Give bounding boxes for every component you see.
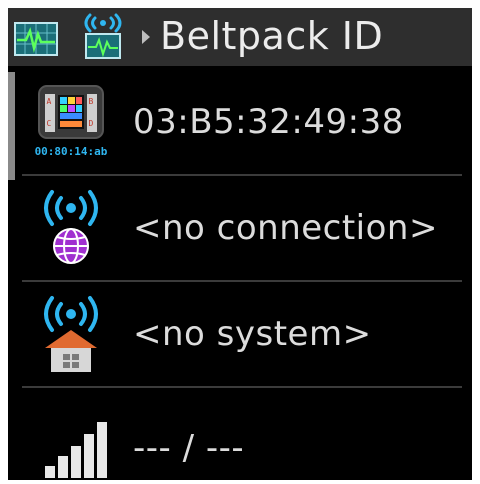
device-screen: Beltpack ID A C B D 00:80:14:ab 03:B5:32…	[8, 8, 472, 480]
svg-text:D: D	[89, 119, 94, 128]
scrollbar-thumb[interactable]	[8, 72, 15, 180]
scrollbar[interactable]	[8, 66, 15, 480]
list-item-connection[interactable]: <no connection>	[15, 176, 472, 280]
header-bar: Beltpack ID	[8, 8, 472, 66]
device-mac-caption: 00:80:14:ab	[35, 145, 108, 158]
list-item-beltpack-id[interactable]: A C B D 00:80:14:ab 03:B5:32:49:38	[15, 70, 472, 174]
signal-strength-icon	[45, 422, 107, 478]
wireless-globe-icon	[44, 190, 98, 264]
page-title: Beltpack ID	[160, 14, 384, 58]
wireless-monitor-icon[interactable]	[80, 12, 126, 62]
wireless-home-icon	[44, 296, 98, 372]
signal-monitor-icon[interactable]	[14, 22, 58, 56]
svg-text:B: B	[89, 97, 94, 106]
connection-value: <no connection>	[133, 208, 438, 248]
svg-text:C: C	[47, 119, 52, 128]
beltpack-id-value: 03:B5:32:49:38	[133, 102, 404, 142]
chevron-right-icon	[142, 30, 150, 44]
list-item-system[interactable]: <no system>	[15, 282, 472, 386]
signal-value: --- / ---	[133, 428, 245, 468]
beltpack-device-icon: A C B D 00:80:14:ab	[35, 85, 108, 158]
list-item-signal[interactable]: --- / ---	[15, 388, 472, 480]
system-value: <no system>	[133, 314, 372, 354]
svg-text:A: A	[47, 97, 52, 106]
